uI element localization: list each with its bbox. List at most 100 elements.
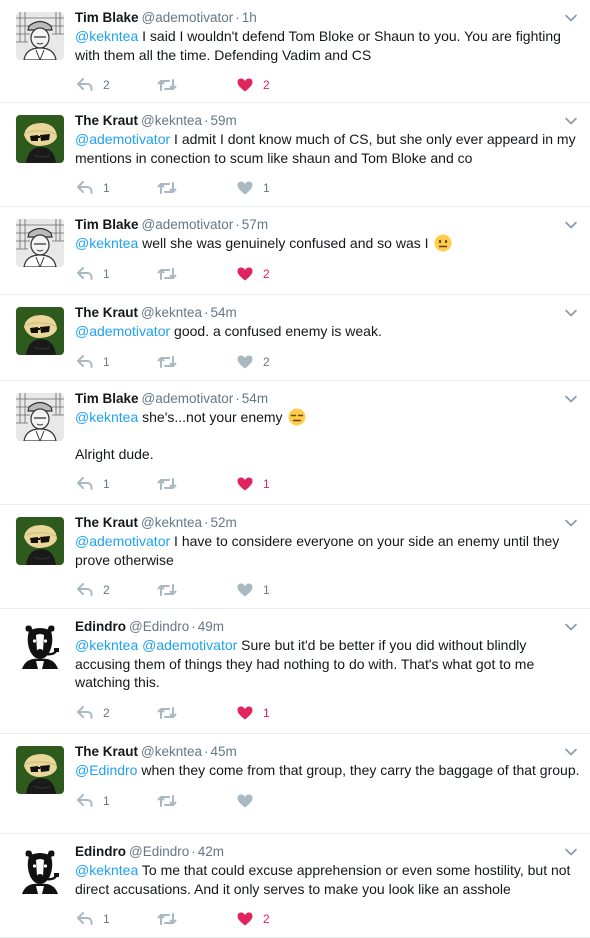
edindro-avatar[interactable] xyxy=(16,846,64,894)
reply-button[interactable]: 1 xyxy=(77,266,157,281)
chevron-down-icon[interactable] xyxy=(564,217,578,229)
tweet[interactable]: Edindro @Edindro · 42m @kekntea To me that c… xyxy=(0,834,590,938)
chevron-down-icon[interactable] xyxy=(564,515,578,527)
heart-icon xyxy=(237,706,253,720)
reply-button[interactable]: 1 xyxy=(77,477,157,491)
tweet-text-paragraph: @ademotivator I admit I dont know much o… xyxy=(75,130,580,167)
author-name[interactable]: Tim Blake xyxy=(75,217,139,232)
reply-button[interactable]: 2 xyxy=(77,705,157,720)
timestamp[interactable]: 52m xyxy=(211,515,237,530)
author-handle[interactable]: @kekntea xyxy=(141,305,202,320)
reply-count: 1 xyxy=(103,181,110,195)
tweet[interactable]: Edindro @Edindro · 49m @kekntea @ademotivato… xyxy=(0,609,590,734)
reply-count: 1 xyxy=(103,354,110,369)
chevron-down-icon[interactable] xyxy=(564,10,578,22)
author-name[interactable]: Edindro xyxy=(75,619,126,634)
like-button[interactable]: 2 xyxy=(237,355,317,369)
mention-link[interactable]: @ademotivator xyxy=(75,131,170,147)
author-handle[interactable]: @kekntea xyxy=(141,113,202,128)
mention-link[interactable]: @kekntea xyxy=(75,862,138,878)
mention-link[interactable]: @kekntea xyxy=(75,637,138,653)
like-count: 2 xyxy=(263,912,270,926)
mention-link[interactable]: @kekntea xyxy=(75,409,138,425)
timestamp[interactable]: 54m xyxy=(211,305,237,320)
author-handle[interactable]: @Edindro xyxy=(129,619,189,634)
mention-link[interactable]: @Edindro xyxy=(75,762,137,778)
retweet-button[interactable] xyxy=(157,912,237,926)
retweet-button[interactable] xyxy=(157,181,237,195)
tim-blake-avatar[interactable] xyxy=(16,12,64,60)
author-handle[interactable]: @kekntea xyxy=(141,744,202,759)
mention-link[interactable]: @kekntea xyxy=(75,235,138,251)
author-name[interactable]: The Kraut xyxy=(75,744,138,759)
tweet[interactable]: Tim Blake @ademotivator · 1h @kekntea I said… xyxy=(0,0,590,103)
edindro-avatar[interactable] xyxy=(16,621,64,669)
like-button[interactable]: 1 xyxy=(237,477,317,491)
chevron-down-icon[interactable] xyxy=(564,844,578,856)
timestamp[interactable]: 49m xyxy=(198,619,224,634)
author-name[interactable]: Tim Blake xyxy=(75,10,139,25)
reply-button[interactable]: 2 xyxy=(77,78,157,92)
author-name[interactable]: The Kraut xyxy=(75,113,138,128)
timestamp[interactable]: 59m xyxy=(211,113,237,128)
tweet[interactable]: Tim Blake @ademotivator · 57m @kekntea well … xyxy=(0,207,590,295)
like-button[interactable]: 1 xyxy=(237,583,317,597)
reply-button[interactable]: 1 xyxy=(77,793,157,808)
reply-button[interactable]: 1 xyxy=(77,354,157,369)
tweet[interactable]: The Kraut @kekntea · 45m @Edindro when they … xyxy=(0,734,590,834)
reply-button[interactable]: 1 xyxy=(77,181,157,195)
author-handle[interactable]: @ademotivator xyxy=(142,10,234,25)
kraut-avatar[interactable] xyxy=(16,307,64,355)
like-button[interactable]: 2 xyxy=(237,78,317,92)
tim-blake-avatar[interactable] xyxy=(16,393,64,441)
separator-dot: · xyxy=(204,113,209,128)
tweet[interactable]: Tim Blake @ademotivator · 54m @kekntea she's… xyxy=(0,381,590,505)
author-name[interactable]: Edindro xyxy=(75,844,126,859)
retweet-button[interactable] xyxy=(157,794,237,808)
retweet-button[interactable] xyxy=(157,355,237,369)
timestamp[interactable]: 1h xyxy=(242,10,257,25)
retweet-button[interactable] xyxy=(157,477,237,491)
timestamp[interactable]: 45m xyxy=(211,744,237,759)
retweet-button[interactable] xyxy=(157,78,237,92)
timestamp[interactable]: 57m xyxy=(242,217,268,232)
kraut-avatar[interactable] xyxy=(16,746,64,794)
kraut-avatar[interactable] xyxy=(16,115,64,163)
timestamp[interactable]: 42m xyxy=(198,844,224,859)
retweet-button[interactable] xyxy=(157,706,237,720)
tweet-timeline: Tim Blake @ademotivator · 1h @kekntea I said… xyxy=(0,0,590,938)
mention-link[interactable]: @kekntea xyxy=(75,28,138,44)
reply-button[interactable]: 2 xyxy=(77,583,157,597)
tweet[interactable]: The Kraut @kekntea · 52m @ademotivator I hav… xyxy=(0,505,590,609)
chevron-down-icon[interactable] xyxy=(564,113,578,125)
chevron-down-icon[interactable] xyxy=(564,305,578,317)
like-button[interactable]: 2 xyxy=(237,267,317,281)
kraut-avatar[interactable] xyxy=(16,517,64,565)
like-button[interactable]: 1 xyxy=(237,706,317,720)
mention-link[interactable]: @ademotivator xyxy=(75,533,170,549)
mention-link[interactable]: @ademotivator xyxy=(75,323,170,339)
reply-count: 2 xyxy=(103,583,110,597)
chevron-down-icon[interactable] xyxy=(564,391,578,403)
retweet-button[interactable] xyxy=(157,583,237,597)
author-handle[interactable]: @ademotivator xyxy=(142,217,234,232)
like-button[interactable]: 1 xyxy=(237,181,317,195)
author-name[interactable]: Tim Blake xyxy=(75,391,139,406)
timestamp[interactable]: 54m xyxy=(242,391,268,406)
author-handle[interactable]: @Edindro xyxy=(129,844,189,859)
author-handle[interactable]: @ademotivator xyxy=(142,391,234,406)
chevron-down-icon[interactable] xyxy=(564,619,578,631)
author-handle[interactable]: @kekntea xyxy=(141,515,202,530)
like-button[interactable]: 2 xyxy=(237,912,317,926)
author-name[interactable]: The Kraut xyxy=(75,305,138,320)
reply-button[interactable]: 1 xyxy=(77,912,157,926)
retweet-button[interactable] xyxy=(157,267,237,281)
author-name[interactable]: The Kraut xyxy=(75,515,138,530)
mention-link[interactable]: @ademotivator xyxy=(142,637,237,653)
like-button[interactable] xyxy=(237,794,317,808)
tim-blake-avatar[interactable] xyxy=(16,219,64,267)
tweet[interactable]: The Kraut @kekntea · 59m @ademotivator I adm… xyxy=(0,103,590,207)
chevron-down-icon[interactable] xyxy=(564,744,578,756)
tweet[interactable]: The Kraut @kekntea · 54m @ademotivator good.… xyxy=(0,295,590,381)
reply-icon xyxy=(77,793,93,808)
